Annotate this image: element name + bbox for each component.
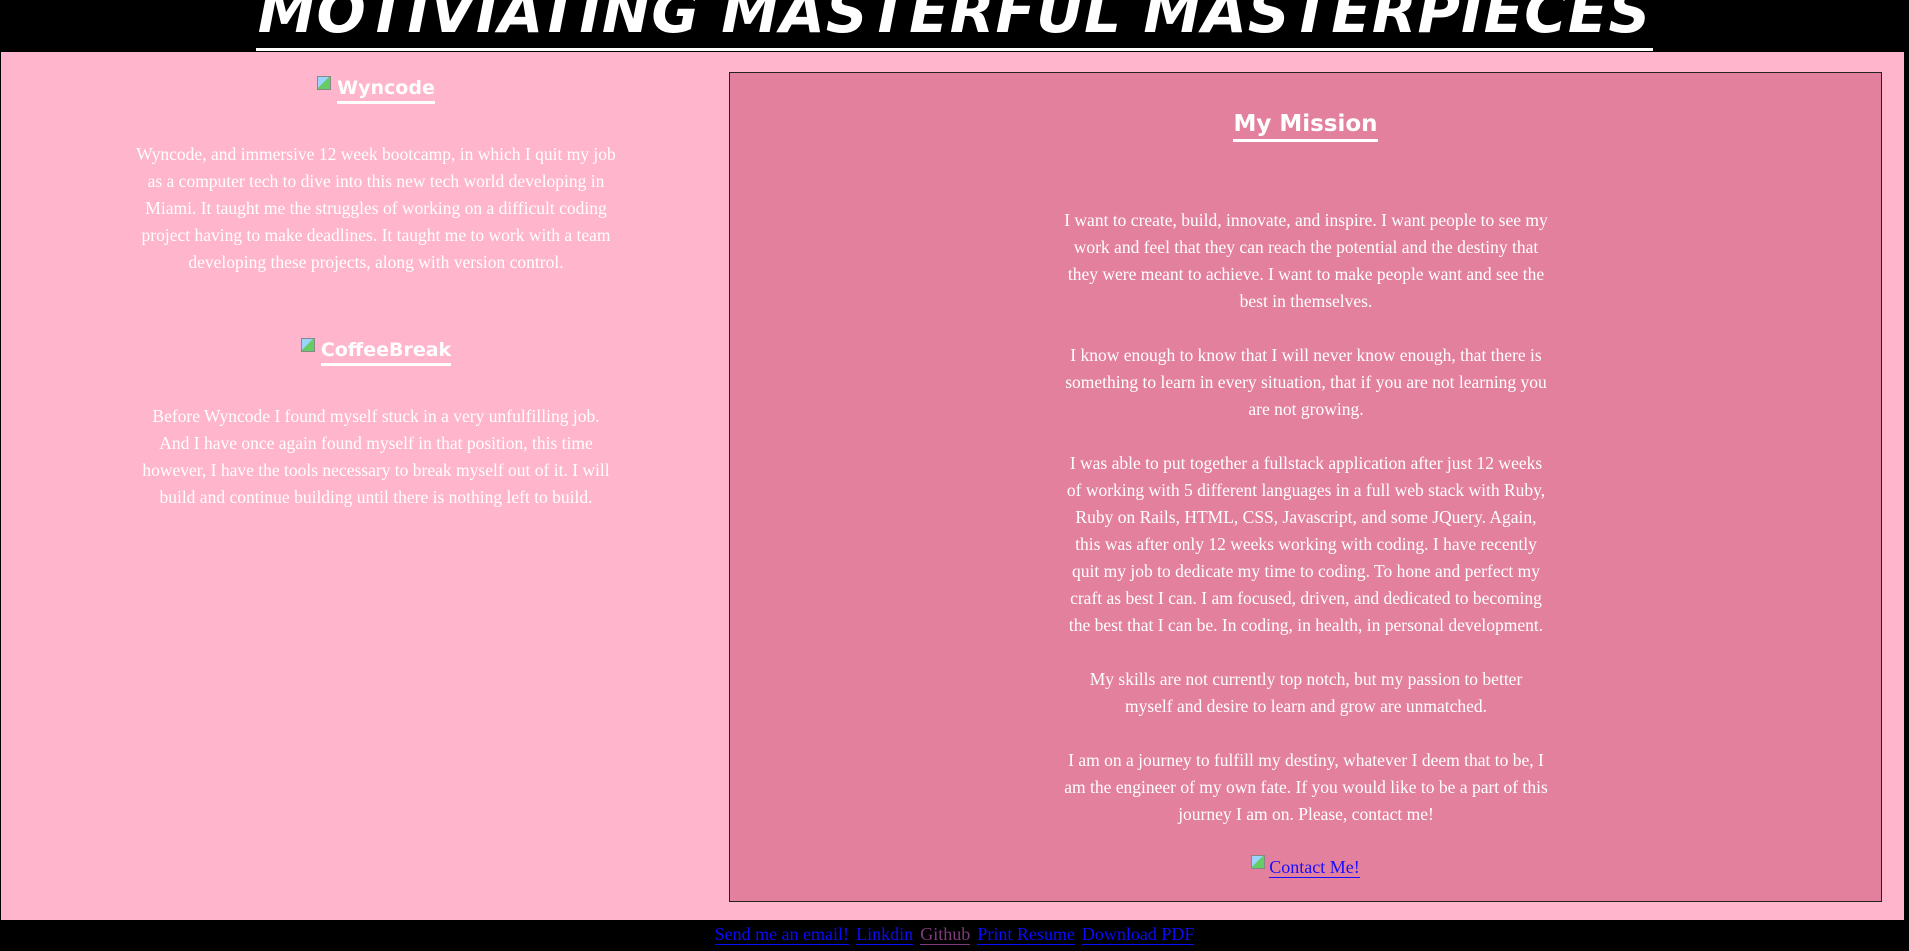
mission-heading: My Mission (730, 111, 1881, 142)
footer-links: Send me an email! Linkdin Github Print R… (0, 920, 1909, 945)
mission-title: My Mission (1233, 111, 1378, 142)
project-link-coffeebreak[interactable]: CoffeeBreak (320, 339, 452, 366)
project-wyncode: Wyncode Wyncode, and immersive 12 week b… (136, 76, 616, 276)
site-footer: Send me an email! Linkdin Github Print R… (0, 920, 1909, 951)
project-description: Wyncode, and immersive 12 week bootcamp,… (136, 144, 616, 272)
contact-row: Contact Me! (730, 855, 1881, 878)
site-header: MOTIVIATING MASTERFUL MASTERPIECES (0, 0, 1909, 52)
mission-body: I want to create, build, innovate, and i… (1064, 207, 1548, 855)
mission-paragraph: I want to create, build, innovate, and i… (1064, 210, 1548, 311)
mission-paragraph: I am on a journey to fulfill my destiny,… (1064, 750, 1548, 824)
projects-column: Wyncode Wyncode, and immersive 12 week b… (1, 52, 746, 920)
project-link-wyncode[interactable]: Wyncode (337, 77, 435, 104)
broken-image-icon (317, 76, 332, 90)
download-pdf-link[interactable]: Download PDF (1081, 924, 1195, 945)
project-heading: CoffeeBreak (136, 338, 616, 366)
broken-image-icon (300, 338, 315, 352)
mission-panel: My Mission I want to create, build, inno… (729, 72, 1882, 902)
project-coffeebreak: CoffeeBreak Before Wyncode I found mysel… (136, 338, 616, 511)
mission-paragraph: I know enough to know that I will never … (1065, 345, 1547, 419)
email-link[interactable]: Send me an email! (714, 924, 850, 945)
contact-me-link[interactable]: Contact Me! (1269, 857, 1360, 878)
broken-image-icon (1251, 855, 1266, 869)
mission-paragraph: My skills are not currently top notch, b… (1089, 669, 1523, 716)
linkedin-link[interactable]: Linkdin (856, 924, 914, 945)
main-content: Wyncode Wyncode, and immersive 12 week b… (1, 52, 1907, 920)
print-resume-link[interactable]: Print Resume (977, 924, 1075, 945)
project-description: Before Wyncode I found myself stuck in a… (142, 406, 610, 507)
mission-paragraph: I was able to put together a fullstack a… (1066, 453, 1546, 635)
project-heading: Wyncode (136, 76, 616, 104)
github-link[interactable]: Github (920, 924, 971, 945)
site-title: MOTIVIATING MASTERFUL MASTERPIECES (255, 0, 1654, 51)
